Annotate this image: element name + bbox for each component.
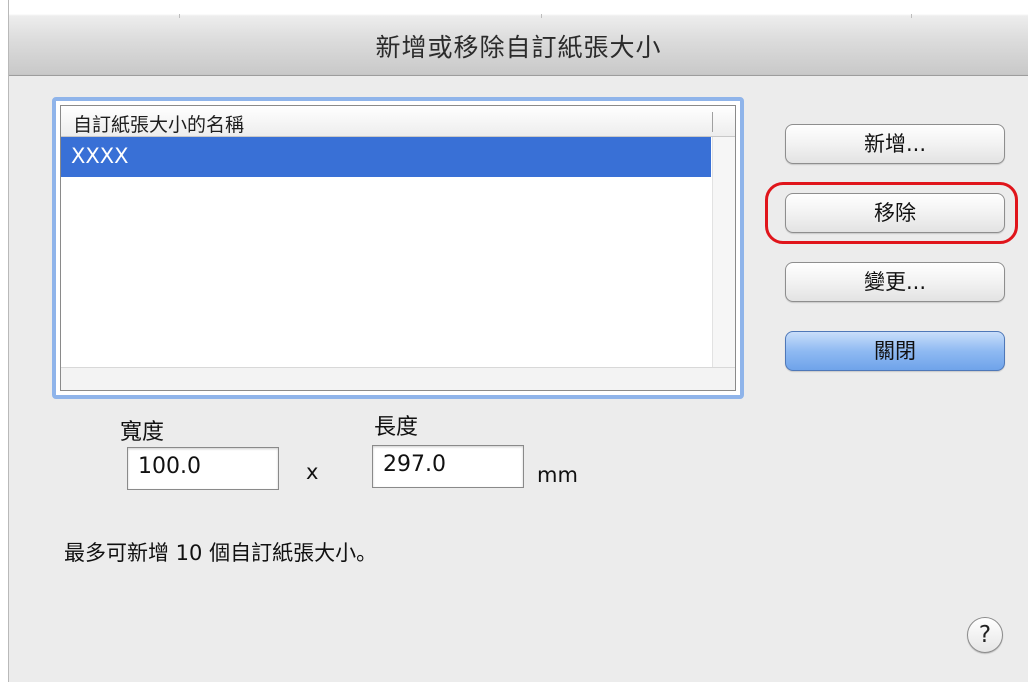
horizontal-scrollbar[interactable] bbox=[61, 367, 735, 390]
paper-size-table[interactable]: 自訂紙張大小的名稱 XXXX bbox=[60, 105, 736, 391]
titlebar-divider bbox=[179, 14, 180, 18]
length-field[interactable]: 297.0 bbox=[372, 445, 524, 488]
paper-size-list[interactable]: 自訂紙張大小的名稱 XXXX bbox=[52, 97, 744, 399]
title-bar: 新增或移除自訂紙張大小 bbox=[9, 0, 1028, 76]
list-column-header[interactable]: 自訂紙張大小的名稱 bbox=[61, 106, 735, 137]
dialog-window: 新增或移除自訂紙張大小 自訂紙張大小的名稱 XXXX 新增... 移除 變更..… bbox=[8, 0, 1028, 682]
max-count-note: 最多可新增 10 個自訂紙張大小。 bbox=[64, 541, 378, 565]
titlebar-divider bbox=[541, 14, 542, 18]
close-button[interactable]: 關閉 bbox=[785, 331, 1005, 371]
window-title: 新增或移除自訂紙張大小 bbox=[375, 33, 662, 62]
list-item-label: XXXX bbox=[71, 144, 129, 168]
length-label: 長度 bbox=[374, 415, 419, 440]
unit-label: mm bbox=[537, 463, 578, 487]
width-field[interactable]: 100.0 bbox=[127, 447, 279, 490]
question-mark-icon: ? bbox=[978, 622, 992, 648]
list-item-selected[interactable]: XXXX bbox=[61, 137, 711, 177]
help-button[interactable]: ? bbox=[967, 617, 1003, 653]
add-button[interactable]: 新增... bbox=[785, 124, 1005, 164]
remove-button-highlight bbox=[765, 182, 1018, 244]
width-label: 寬度 bbox=[120, 420, 165, 445]
column-separator bbox=[712, 112, 713, 132]
vertical-scrollbar[interactable] bbox=[712, 137, 735, 368]
column-header-label: 自訂紙張大小的名稱 bbox=[73, 114, 245, 136]
titlebar-divider bbox=[911, 14, 912, 18]
change-button[interactable]: 變更... bbox=[785, 262, 1005, 302]
dimension-separator: x bbox=[306, 460, 319, 484]
